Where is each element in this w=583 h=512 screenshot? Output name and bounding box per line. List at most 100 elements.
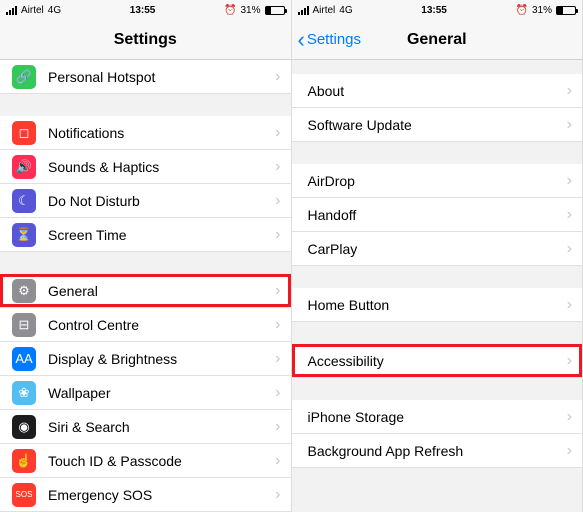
general-row-about[interactable]: About› <box>292 74 583 108</box>
settings-row-control-centre[interactable]: ⊟ Control Centre› <box>0 308 291 342</box>
settings-row-general[interactable]: ⚙ General› <box>0 274 291 308</box>
general-row-home-button[interactable]: Home Button› <box>292 288 583 322</box>
siri-icon: ◉ <box>12 415 36 439</box>
chevron-right-icon: › <box>275 418 280 436</box>
row-label: Touch ID & Passcode <box>48 453 275 469</box>
settings-row-sounds-haptics[interactable]: 🔊 Sounds & Haptics› <box>0 150 291 184</box>
row-label: Emergency SOS <box>48 487 275 503</box>
general-row-carplay[interactable]: CarPlay› <box>292 232 583 266</box>
chevron-right-icon: › <box>275 316 280 334</box>
notifications-icon: ◻ <box>12 121 36 145</box>
settings-row-screen-time[interactable]: ⏳ Screen Time› <box>0 218 291 252</box>
network-label: 4G <box>48 5 61 16</box>
screentime-icon: ⏳ <box>12 223 36 247</box>
network-label: 4G <box>339 5 352 16</box>
row-label: Accessibility <box>308 353 567 369</box>
general-screen: Airtel 4G 13:55 ⏰ 31% ‹ Settings General… <box>292 0 583 512</box>
chevron-right-icon: › <box>567 352 572 370</box>
chevron-right-icon: › <box>275 68 280 86</box>
back-button[interactable]: ‹ Settings <box>298 20 362 59</box>
chevron-right-icon: › <box>567 408 572 426</box>
chevron-right-icon: › <box>567 206 572 224</box>
row-label: Personal Hotspot <box>48 69 275 85</box>
row-label: Wallpaper <box>48 385 275 401</box>
chevron-right-icon: › <box>275 486 280 504</box>
settings-screen: Airtel 4G 13:55 ⏰ 31% Settings 🔗 Personal… <box>0 0 292 512</box>
row-label: iPhone Storage <box>308 409 567 425</box>
row-label: About <box>308 83 567 99</box>
status-time: 13:55 <box>130 5 156 16</box>
row-label: Background App Refresh <box>308 443 567 459</box>
carrier-label: Airtel <box>313 5 336 16</box>
touchid-icon: ☝ <box>12 449 36 473</box>
general-row-accessibility[interactable]: Accessibility› <box>292 344 583 378</box>
row-label: Display & Brightness <box>48 351 275 367</box>
general-list[interactable]: About›Software Update›AirDrop›Handoff›Ca… <box>292 60 583 512</box>
chevron-right-icon: › <box>275 124 280 142</box>
status-bar: Airtel 4G 13:55 ⏰ 31% <box>0 0 291 20</box>
chevron-right-icon: › <box>275 192 280 210</box>
row-label: Software Update <box>308 117 567 133</box>
hotspot-icon: 🔗 <box>12 65 36 89</box>
row-label: Sounds & Haptics <box>48 159 275 175</box>
battery-pct: 31% <box>240 5 260 16</box>
settings-row-siri-search[interactable]: ◉ Siri & Search› <box>0 410 291 444</box>
settings-list[interactable]: 🔗Personal Hotspot›◻Notifications›🔊Sounds… <box>0 60 291 512</box>
row-label: Handoff <box>308 207 567 223</box>
chevron-right-icon: › <box>567 442 572 460</box>
page-title: Settings <box>114 31 177 49</box>
status-bar: Airtel 4G 13:55 ⏰ 31% <box>292 0 583 20</box>
settings-row-touch-id-passcode[interactable]: ☝ Touch ID & Passcode› <box>0 444 291 478</box>
chevron-right-icon: › <box>275 282 280 300</box>
wallpaper-icon: ❀ <box>12 381 36 405</box>
row-label: AirDrop <box>308 173 567 189</box>
chevron-right-icon: › <box>567 116 572 134</box>
page-title: General <box>407 31 467 49</box>
chevron-right-icon: › <box>567 240 572 258</box>
general-row-iphone-storage[interactable]: iPhone Storage› <box>292 400 583 434</box>
general-icon: ⚙ <box>12 279 36 303</box>
display-icon: AA <box>12 347 36 371</box>
general-row-airdrop[interactable]: AirDrop› <box>292 164 583 198</box>
general-row-software-update[interactable]: Software Update› <box>292 108 583 142</box>
row-label: CarPlay <box>308 241 567 257</box>
sounds-icon: 🔊 <box>12 155 36 179</box>
general-row-background-app-refresh[interactable]: Background App Refresh› <box>292 434 583 468</box>
nav-bar: ‹ Settings General <box>292 20 583 60</box>
battery-pct: 31% <box>532 5 552 16</box>
chevron-right-icon: › <box>567 296 572 314</box>
back-label: Settings <box>307 31 361 48</box>
nav-bar: Settings <box>0 20 291 60</box>
control-centre-icon: ⊟ <box>12 313 36 337</box>
row-label: General <box>48 283 275 299</box>
settings-row-personal-hotspot[interactable]: 🔗 Personal Hotspot› <box>0 60 291 94</box>
alarm-icon: ⏰ <box>224 5 236 16</box>
status-time: 13:55 <box>421 5 447 16</box>
settings-row-notifications[interactable]: ◻ Notifications› <box>0 116 291 150</box>
battery-icon <box>265 6 285 15</box>
chevron-right-icon: › <box>275 384 280 402</box>
signal-icon <box>298 6 309 15</box>
settings-row-emergency-sos[interactable]: SOSEmergency SOS› <box>0 478 291 512</box>
settings-row-display-brightness[interactable]: AA Display & Brightness› <box>0 342 291 376</box>
chevron-right-icon: › <box>275 350 280 368</box>
chevron-right-icon: › <box>275 226 280 244</box>
chevron-right-icon: › <box>275 452 280 470</box>
chevron-left-icon: ‹ <box>298 29 305 51</box>
row-label: Screen Time <box>48 227 275 243</box>
chevron-right-icon: › <box>275 158 280 176</box>
row-label: Notifications <box>48 125 275 141</box>
chevron-right-icon: › <box>567 172 572 190</box>
alarm-icon: ⏰ <box>516 5 528 16</box>
row-label: Siri & Search <box>48 419 275 435</box>
row-label: Home Button <box>308 297 567 313</box>
battery-icon <box>556 6 576 15</box>
settings-row-do-not-disturb[interactable]: ☾ Do Not Disturb› <box>0 184 291 218</box>
settings-row-wallpaper[interactable]: ❀ Wallpaper› <box>0 376 291 410</box>
chevron-right-icon: › <box>567 82 572 100</box>
general-row-handoff[interactable]: Handoff› <box>292 198 583 232</box>
dnd-icon: ☾ <box>12 189 36 213</box>
row-label: Do Not Disturb <box>48 193 275 209</box>
carrier-label: Airtel <box>21 5 44 16</box>
row-label: Control Centre <box>48 317 275 333</box>
